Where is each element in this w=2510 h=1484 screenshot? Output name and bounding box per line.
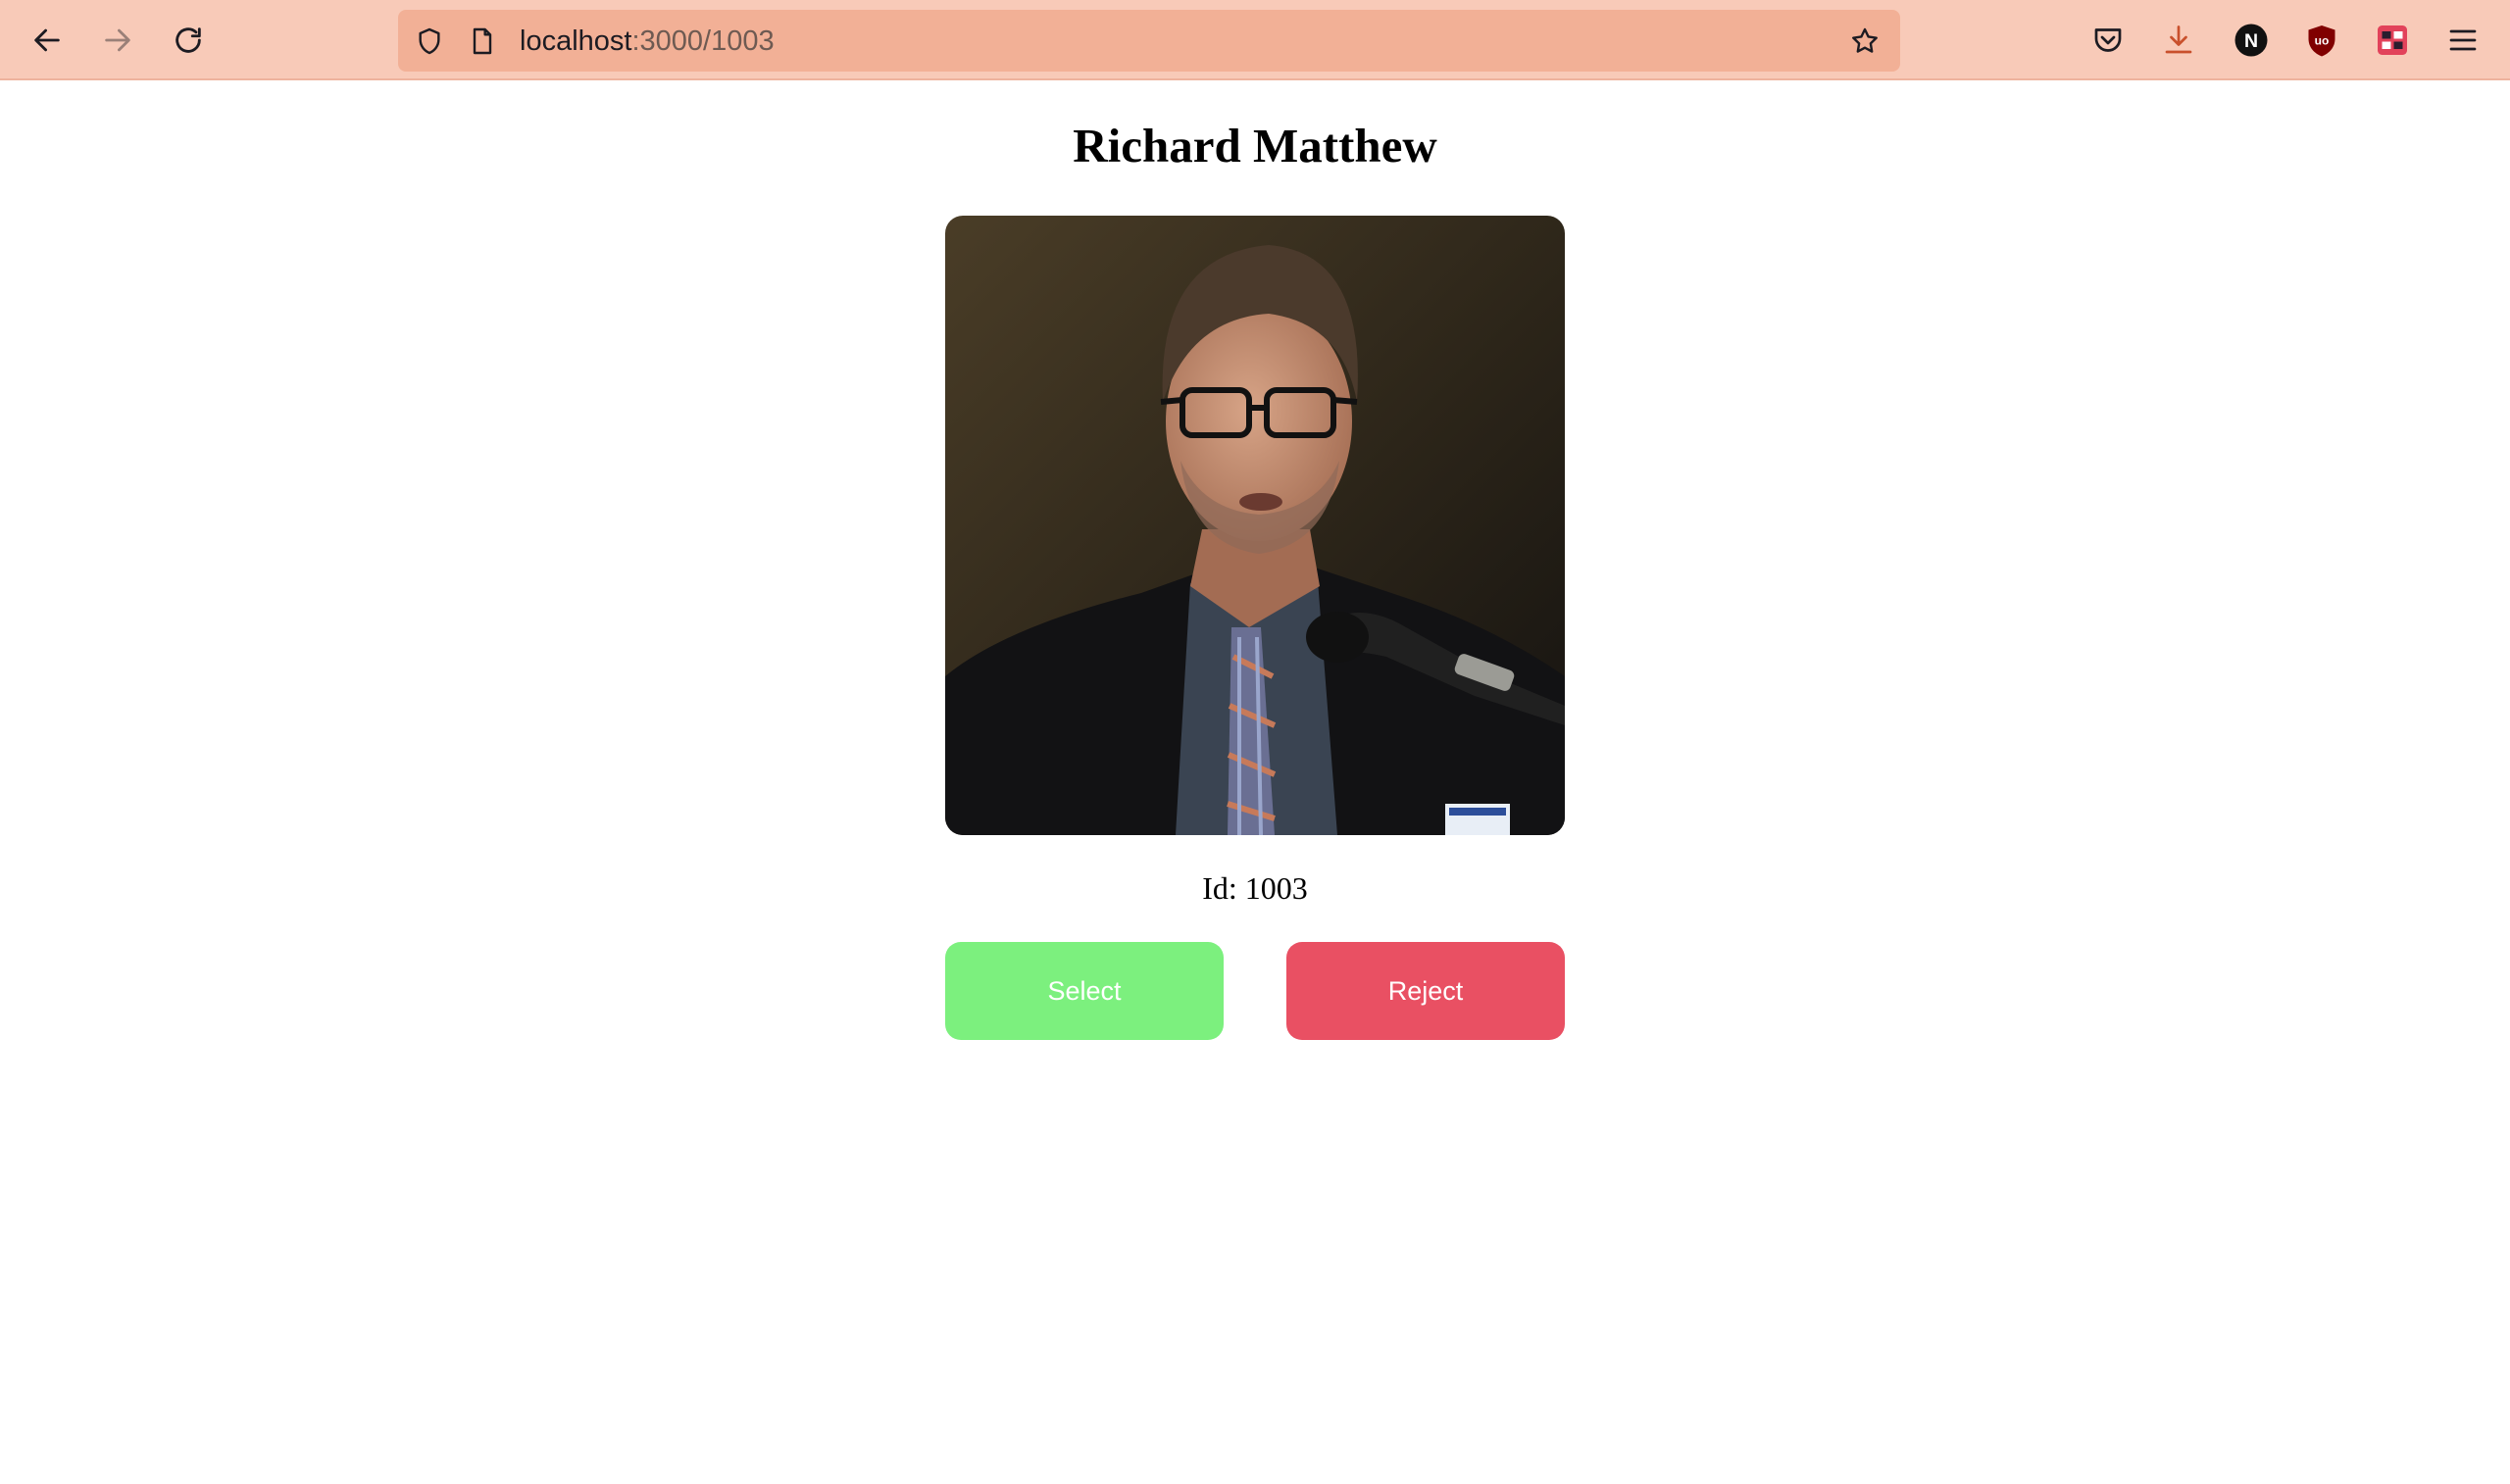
reload-icon xyxy=(176,27,201,53)
page-icon xyxy=(473,27,492,55)
extension-button[interactable] xyxy=(2373,21,2412,60)
forward-button[interactable] xyxy=(96,19,139,62)
url-text[interactable]: localhost:3000/1003 xyxy=(520,24,775,59)
download-icon xyxy=(2165,25,2192,54)
downloads-button[interactable] xyxy=(2159,21,2198,60)
pocket-icon xyxy=(2094,28,2122,52)
select-button[interactable]: Select xyxy=(945,942,1224,1040)
extension-icon xyxy=(2378,25,2407,55)
browser-toolbar: localhost:3000/1003 N uo xyxy=(0,0,2510,80)
shield-icon xyxy=(419,27,440,55)
hamburger-menu-icon xyxy=(2449,29,2477,51)
app-menu-button[interactable] xyxy=(2443,21,2483,60)
notion-extension-button[interactable]: N xyxy=(2232,21,2271,60)
address-bar[interactable]: localhost:3000/1003 xyxy=(398,10,1900,72)
tracking-protection-button[interactable] xyxy=(412,24,447,59)
arrow-left-icon xyxy=(34,28,60,52)
svg-text:N: N xyxy=(2244,30,2258,52)
back-button[interactable] xyxy=(25,19,69,62)
url-host: localhost xyxy=(520,25,632,57)
page-info-button[interactable] xyxy=(465,24,500,59)
candidate-id: Id: 1003 xyxy=(1202,870,1308,906)
candidate-name: Richard Matthew xyxy=(1073,119,1437,173)
pocket-button[interactable] xyxy=(2088,21,2128,60)
reject-button[interactable]: Reject xyxy=(1286,942,1565,1040)
url-path: :3000/1003 xyxy=(631,25,775,57)
ublock-icon: uo xyxy=(2308,25,2335,57)
ublock-extension-button[interactable]: uo xyxy=(2302,21,2341,60)
portrait-photo xyxy=(945,216,1565,835)
svg-text:uo: uo xyxy=(2315,34,2330,48)
arrow-right-icon xyxy=(105,28,130,52)
bookmark-button[interactable] xyxy=(1847,24,1882,59)
notion-icon: N xyxy=(2234,24,2268,57)
reload-button[interactable] xyxy=(167,19,210,62)
star-icon xyxy=(1852,27,1878,53)
